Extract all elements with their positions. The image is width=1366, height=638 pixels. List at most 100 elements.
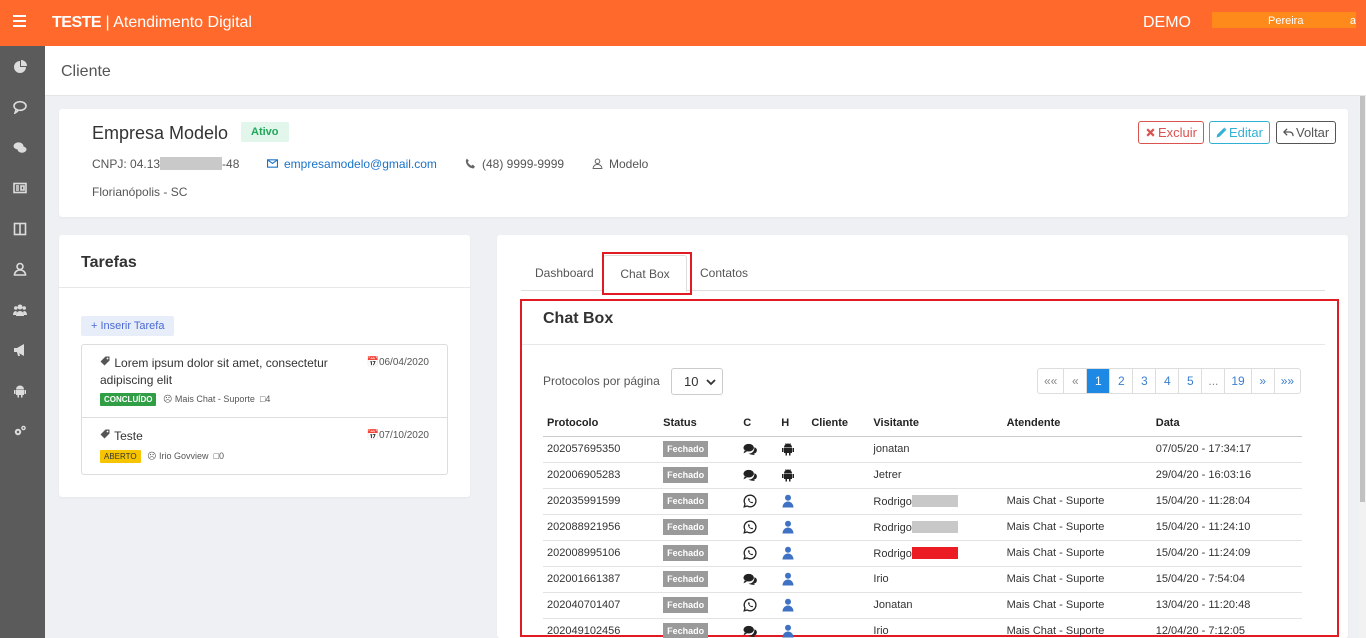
- table-row[interactable]: 202008995106 Fechado Rodrigo Mais Chat - Su…: [543, 540, 1302, 567]
- back-button[interactable]: Voltar: [1276, 121, 1337, 144]
- per-page-select[interactable]: 10: [671, 368, 723, 395]
- column-header[interactable]: H: [777, 410, 808, 437]
- column-header[interactable]: Data: [1151, 410, 1302, 437]
- client-cell: [807, 618, 870, 638]
- tab-dashboard[interactable]: Dashboard: [535, 255, 594, 291]
- page-link[interactable]: ...: [1202, 369, 1226, 393]
- list-item[interactable]: Teste 📅07/10/2020 ABERTO ☹ Irio Govview …: [82, 418, 447, 474]
- status-cell: Fechado: [659, 462, 740, 489]
- protocols-table: Protocolo Status C H Cliente Visitante Atenden…: [543, 410, 1302, 638]
- android-icon[interactable]: [12, 384, 28, 398]
- table-row[interactable]: 202088921956 Fechado Rodrigo Mais Chat - Su…: [543, 514, 1302, 541]
- client-cell: [807, 514, 870, 541]
- page-scrollbar[interactable]: [1359, 96, 1366, 638]
- edit-button[interactable]: Editar: [1209, 121, 1270, 144]
- task-date-text: 06/04/2020: [378, 357, 429, 368]
- visitor-cell: Rodrigo: [869, 540, 1003, 567]
- channel-cell: [739, 592, 778, 619]
- protocol-cell: 202035991599: [543, 488, 660, 515]
- page-link[interactable]: »»: [1275, 369, 1300, 393]
- email-text: empresamodelo@gmail.com: [284, 157, 437, 171]
- task-date: 📅07/10/2020: [366, 430, 429, 441]
- status-cell: Fechado: [659, 592, 740, 619]
- contact-text: Modelo: [609, 157, 649, 171]
- columns-icon[interactable]: [12, 222, 28, 236]
- android-icon: [781, 469, 795, 482]
- user-outline-icon: ☹: [147, 451, 157, 461]
- protocol-cell: 202001661387: [543, 566, 660, 593]
- visitor-name: Irio: [873, 573, 889, 585]
- settings-gears-icon[interactable]: [12, 424, 28, 438]
- brand-subtitle: | Atendimento Digital: [105, 14, 252, 31]
- page-link[interactable]: 3: [1133, 369, 1157, 393]
- table-row[interactable]: 202040701407 Fechado Jonatan Mais Chat - Su…: [543, 592, 1302, 619]
- table-row[interactable]: 202001661387 Fechado Irio Mais Chat - Supor…: [543, 566, 1302, 593]
- chat-icon: [743, 625, 758, 638]
- page-link[interactable]: »: [1252, 369, 1275, 393]
- cnpj-start: 04.13: [130, 157, 161, 171]
- page-link[interactable]: 19: [1225, 369, 1252, 393]
- page-link[interactable]: 5: [1179, 369, 1203, 393]
- task-title-text: Lorem ipsum dolor sit amet, consectetur …: [100, 356, 328, 387]
- visitor-name: Jetrer: [873, 469, 902, 481]
- visitor-name: Jonatan: [873, 599, 913, 611]
- chat-bubble-icon[interactable]: [12, 100, 28, 114]
- column-header[interactable]: Protocolo: [543, 410, 660, 437]
- task-date: 📅06/04/2020: [366, 357, 429, 368]
- list-item[interactable]: Lorem ipsum dolor sit amet, consectetur …: [82, 345, 447, 418]
- calendar-icon: 📅: [366, 430, 379, 441]
- id-card-icon[interactable]: [12, 181, 28, 195]
- column-header[interactable]: C: [739, 410, 778, 437]
- task-title: Lorem ipsum dolor sit amet, consectetur …: [100, 355, 340, 389]
- page-link[interactable]: 1: [1087, 369, 1111, 393]
- table-row[interactable]: 202035991599 Fechado Rodrigo Mais Chat - Su…: [543, 488, 1302, 515]
- user-menu[interactable]: Pereira a: [1212, 12, 1356, 28]
- task-date-text: 07/10/2020: [378, 430, 429, 441]
- page-link[interactable]: ««: [1038, 369, 1065, 393]
- table-row[interactable]: 202057695350 Fechado jonatan 07/05/20 - 17:…: [543, 436, 1302, 463]
- back-label: Voltar: [1296, 125, 1330, 140]
- client-cnpj: CNPJ: 04.13 -48: [92, 157, 239, 171]
- delete-button[interactable]: Excluir: [1138, 121, 1205, 144]
- table-row[interactable]: 202006905283 Fechado Jetrer 29/04/20 - 16:0…: [543, 462, 1302, 489]
- column-header[interactable]: Status: [659, 410, 740, 437]
- column-header[interactable]: Cliente: [807, 410, 870, 437]
- hamburger-menu-icon[interactable]: [13, 15, 26, 29]
- visitor-cell: jonatan: [869, 436, 1003, 463]
- visitor-name: Irio: [873, 625, 889, 637]
- users-group-icon[interactable]: [12, 303, 28, 317]
- page-link[interactable]: «: [1064, 369, 1088, 393]
- visitor-name: Rodrigo: [873, 521, 912, 534]
- column-header[interactable]: Atendente: [1002, 410, 1152, 437]
- per-page-value: 10: [684, 374, 699, 389]
- client-cell: [807, 592, 870, 619]
- user-icon[interactable]: [12, 262, 28, 276]
- page-link[interactable]: 4: [1156, 369, 1180, 393]
- user-icon: [781, 520, 795, 534]
- visitor-cell: Jonatan: [869, 592, 1003, 619]
- client-email[interactable]: empresamodelo@gmail.com: [267, 157, 437, 171]
- scrollbar-thumb[interactable]: [1360, 96, 1365, 502]
- megaphone-icon[interactable]: [12, 343, 28, 357]
- protocol-cell: 202008995106: [543, 540, 660, 567]
- dashboard-pie-icon[interactable]: [12, 60, 28, 74]
- status-badge: Fechado: [663, 467, 709, 483]
- agent-cell: [1002, 462, 1152, 489]
- date-cell: 15/04/20 - 11:28:04: [1151, 488, 1302, 515]
- tab-contacts[interactable]: Contatos: [700, 255, 748, 291]
- page-header: Cliente: [45, 46, 1366, 96]
- page-link[interactable]: 2: [1110, 369, 1134, 393]
- table-row[interactable]: 202049102456 Fechado Irio Mais Chat - Supor…: [543, 618, 1302, 638]
- visitor-cell: Rodrigo: [869, 514, 1003, 541]
- chat-icon: [743, 469, 758, 482]
- tag-icon: [100, 429, 110, 439]
- add-task-button[interactable]: + Inserir Tarefa: [81, 316, 175, 336]
- task-meta: ABERTO ☹ Irio Govview □0: [100, 450, 224, 463]
- column-header[interactable]: Visitante: [869, 410, 1003, 437]
- pencil-icon: [1216, 127, 1227, 138]
- conversations-icon[interactable]: [12, 141, 28, 155]
- app-brand[interactable]: TESTE | Atendimento Digital: [52, 14, 252, 32]
- calendar-icon: 📅: [366, 357, 379, 368]
- pagination: «« «1 2 3 4 5... 19»»»: [1037, 368, 1302, 394]
- handler-cell: [777, 540, 808, 567]
